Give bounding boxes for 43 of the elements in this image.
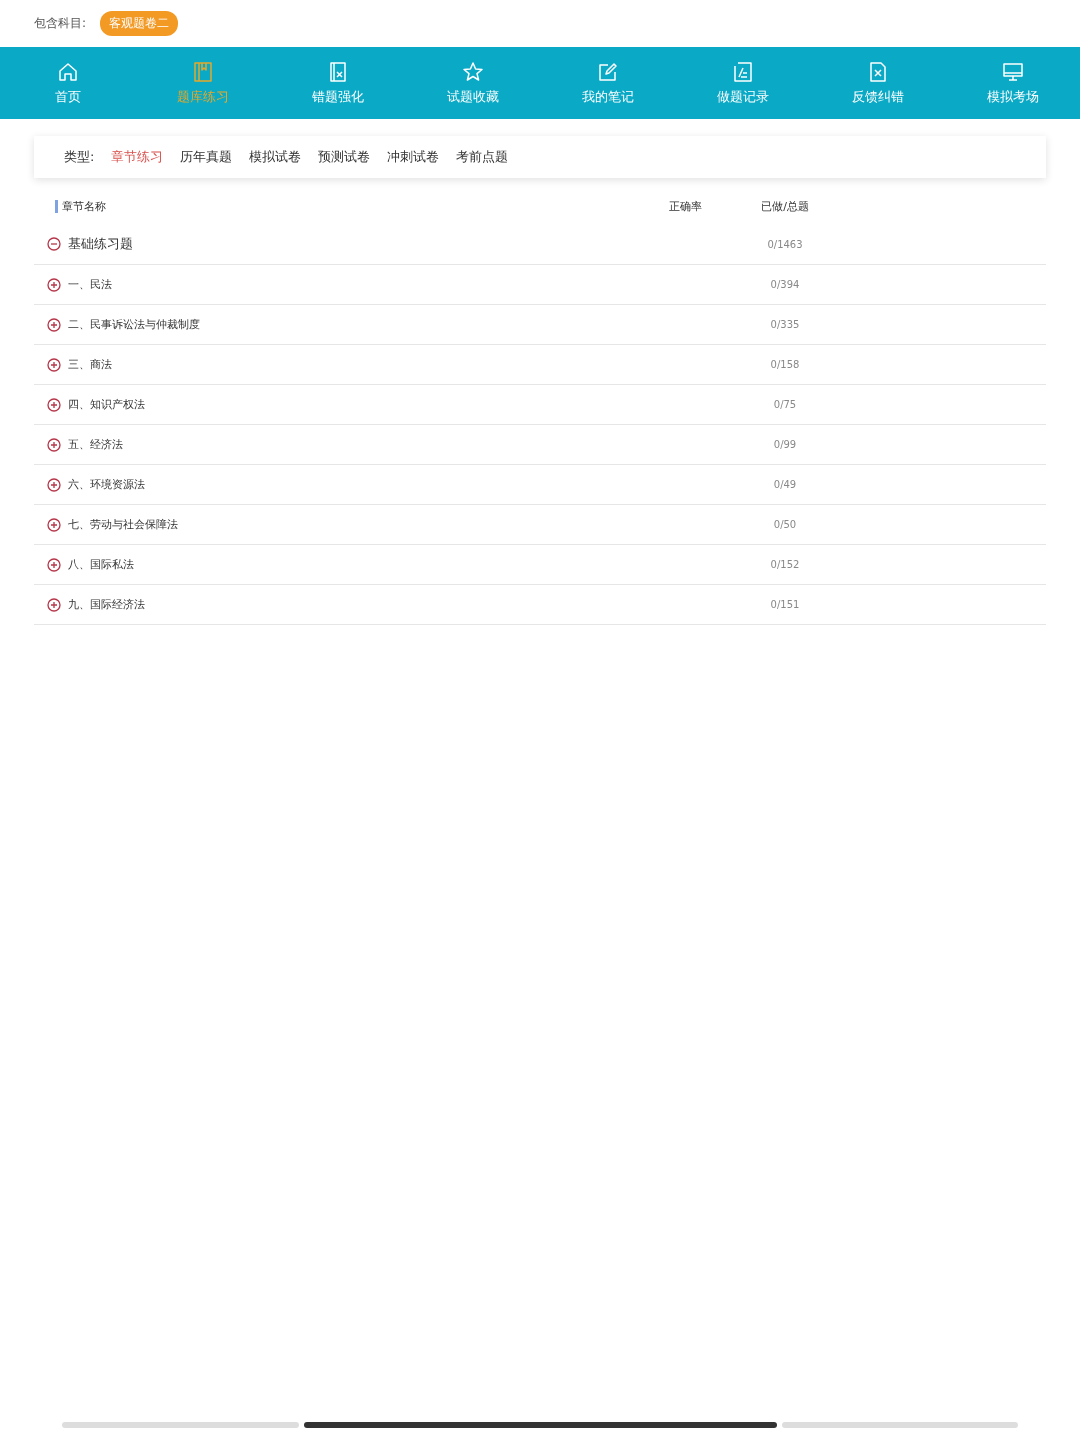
column-header: 已做/总题 <box>760 198 810 214</box>
monitor-icon <box>1000 60 1025 84</box>
column-header: 章节名称 <box>62 198 107 214</box>
filter-option[interactable]: 冲刺试卷 <box>387 148 440 166</box>
expand-icon[interactable] <box>47 277 61 292</box>
expand-icon[interactable] <box>47 557 61 572</box>
progress-count: 0/75 <box>772 399 798 410</box>
expand-icon[interactable] <box>47 597 61 612</box>
chapter-name[interactable]: 五、经济法 <box>68 437 735 452</box>
filter-option[interactable]: 章节练习 <box>111 148 164 166</box>
chapter-name[interactable]: 八、国际私法 <box>68 557 735 572</box>
expand-icon[interactable] <box>47 517 61 532</box>
filter-label: 类型: <box>64 148 95 166</box>
progress-count: 0/152 <box>769 559 801 570</box>
expand-icon[interactable] <box>47 317 61 332</box>
expand-icon[interactable] <box>47 437 61 452</box>
subject-label: 包含科目: <box>34 15 87 32</box>
filter-option[interactable]: 预测试卷 <box>318 148 371 166</box>
filter-option[interactable]: 历年真题 <box>180 148 233 166</box>
progress-count: 0/50 <box>772 519 798 530</box>
progress-count: 0/394 <box>769 279 801 290</box>
progress-count: 0/49 <box>772 479 798 490</box>
progress-count: 0/1463 <box>766 238 804 250</box>
progress-count: 0/151 <box>769 599 801 610</box>
expand-icon[interactable] <box>47 397 61 412</box>
progress-count: 0/158 <box>769 359 801 370</box>
chapter-name[interactable]: 三、商法 <box>68 357 735 372</box>
chapter-name[interactable]: 一、民法 <box>68 277 735 292</box>
star-icon <box>460 60 485 84</box>
expand-icon[interactable] <box>47 357 61 372</box>
filter-option[interactable]: 考前点题 <box>456 148 509 166</box>
chapter-name[interactable]: 七、劳动与社会保障法 <box>68 517 735 532</box>
chapter-name[interactable]: 二、民事诉讼法与仲裁制度 <box>68 317 735 332</box>
progress-count: 0/99 <box>772 439 798 450</box>
expand-icon[interactable] <box>47 477 61 492</box>
chapter-name[interactable]: 基础练习题 <box>68 235 735 253</box>
chapter-name[interactable]: 四、知识产权法 <box>68 397 735 412</box>
chapter-name[interactable]: 九、国际经济法 <box>68 597 735 612</box>
filter-option[interactable]: 模拟试卷 <box>249 148 302 166</box>
column-header: 正确率 <box>667 198 703 214</box>
progress-count: 0/335 <box>769 319 801 330</box>
chapter-name[interactable]: 六、环境资源法 <box>68 477 735 492</box>
collapse-icon[interactable] <box>47 237 61 251</box>
